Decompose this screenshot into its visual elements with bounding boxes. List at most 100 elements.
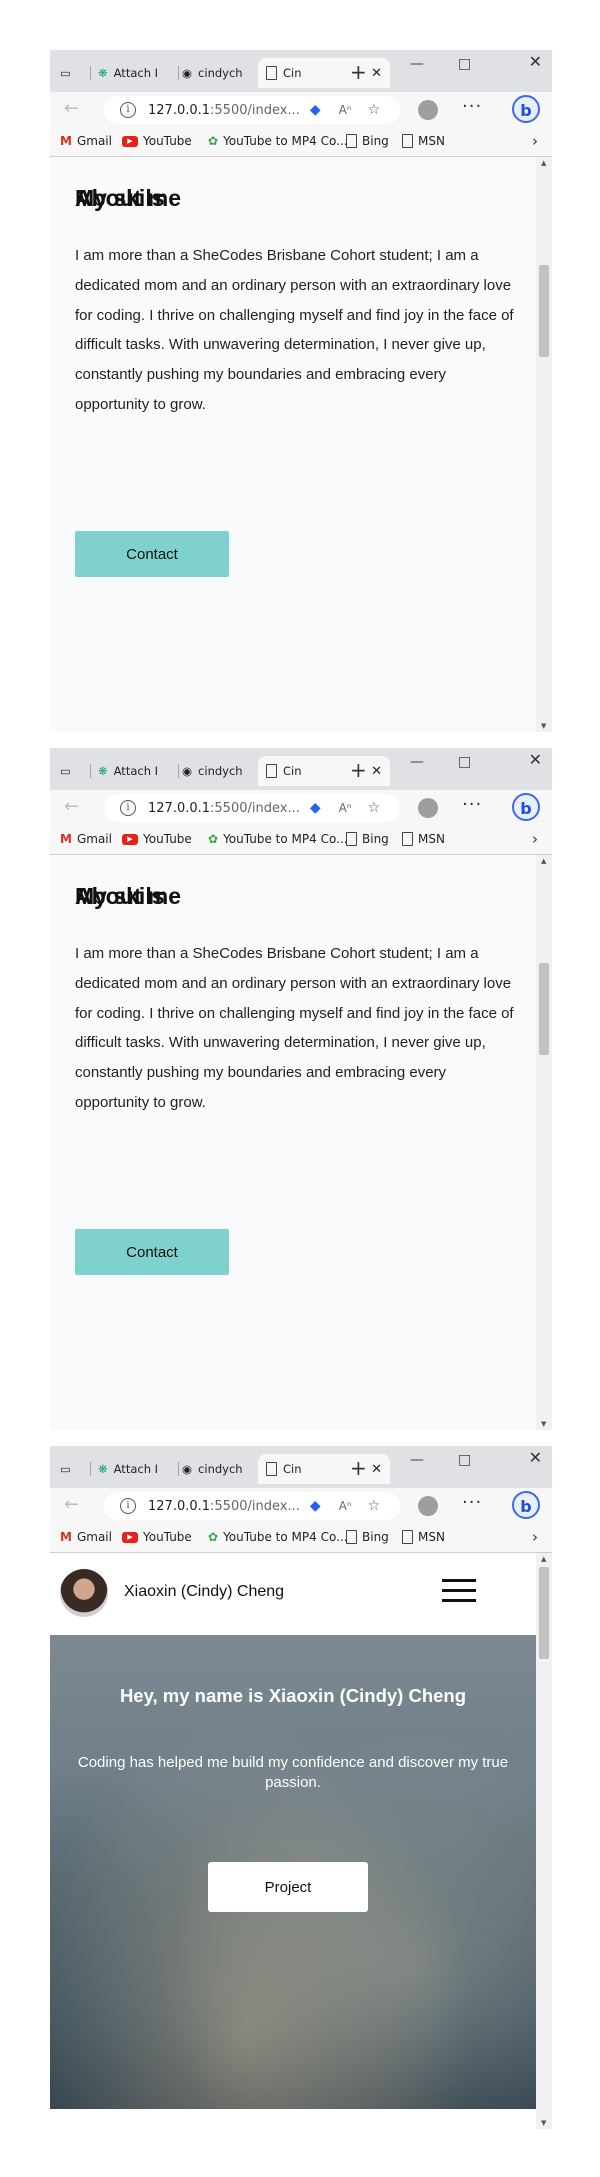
scroll-down-icon[interactable]: ▼ xyxy=(541,722,546,730)
window-close-icon[interactable]: ✕ xyxy=(529,750,542,769)
new-tab-icon[interactable]: + xyxy=(350,758,367,782)
tab-close-icon[interactable]: ✕ xyxy=(371,66,382,81)
chevron-right-icon[interactable]: › xyxy=(532,132,538,150)
url-input[interactable]: i 127.0.0.1:5500/index... ◆ Aⁿ ☆ xyxy=(104,794,400,822)
bing-icon[interactable]: b xyxy=(512,95,540,123)
tab-actions-icon[interactable]: ▭ xyxy=(60,1454,82,1484)
site-info-icon[interactable]: i xyxy=(120,1498,136,1514)
maximize-icon[interactable]: □ xyxy=(458,56,471,72)
url-input[interactable]: i 127.0.0.1:5500/index... ◆ Aⁿ ☆ xyxy=(104,96,400,124)
bookmark-youtube[interactable]: ▶ YouTube xyxy=(122,1530,192,1544)
scrollbar-thumb[interactable] xyxy=(539,265,549,357)
scrollbar-thumb[interactable] xyxy=(539,1567,549,1659)
shopping-tag-icon[interactable]: ◆ xyxy=(310,1498,321,1514)
scroll-up-icon[interactable]: ▲ xyxy=(541,1555,546,1563)
maximize-icon[interactable]: □ xyxy=(458,1452,471,1468)
scrollbar[interactable]: ▲ ▼ xyxy=(536,855,552,1430)
scroll-up-icon[interactable]: ▲ xyxy=(541,159,546,167)
profile-avatar-icon[interactable] xyxy=(418,100,438,120)
more-options-icon[interactable]: ··· xyxy=(462,96,482,117)
favorite-star-icon[interactable]: ☆ xyxy=(368,800,381,816)
tab-active[interactable]: Cin ✕ xyxy=(258,756,390,786)
bookmark-yt-mp4[interactable]: ✿ YouTube to MP4 Co... xyxy=(208,832,348,846)
tab-active[interactable]: Cin ✕ xyxy=(258,58,390,88)
scrollbar-thumb[interactable] xyxy=(539,963,549,1055)
read-aloud-icon[interactable]: Aⁿ xyxy=(339,1499,352,1513)
back-icon[interactable]: ← xyxy=(64,98,79,119)
contact-button[interactable]: Contact xyxy=(75,531,229,577)
bookmark-gmail[interactable]: M Gmail xyxy=(60,1530,112,1544)
favorite-star-icon[interactable]: ☆ xyxy=(368,1498,381,1514)
hero-title: Hey, my name is Xiaoxin (Cindy) Cheng xyxy=(119,1685,467,1706)
page-content: About me I am more than a SheCodes Brisb… xyxy=(50,855,536,1430)
favorite-star-icon[interactable]: ☆ xyxy=(368,102,381,118)
bookmark-bing[interactable]: Bing xyxy=(346,832,389,846)
bookmark-msn[interactable]: MSN xyxy=(402,1530,445,1544)
new-tab-icon[interactable]: + xyxy=(350,1456,367,1480)
bing-icon[interactable]: b xyxy=(512,793,540,821)
tab-close-icon[interactable]: ✕ xyxy=(371,764,382,779)
address-bar: ← i 127.0.0.1:5500/index... ◆ Aⁿ ☆ ··· b xyxy=(50,1488,552,1524)
tab-close-icon[interactable]: ✕ xyxy=(371,1462,382,1477)
project-button[interactable]: Project xyxy=(208,1862,368,1912)
skills-title: My skils xyxy=(75,185,165,211)
bookmark-bing[interactable]: Bing xyxy=(346,134,389,148)
bing-icon[interactable]: b xyxy=(512,1491,540,1519)
url-input[interactable]: i 127.0.0.1:5500/index... ◆ Aⁿ ☆ xyxy=(104,1492,400,1520)
hamburger-menu-icon[interactable] xyxy=(442,1579,476,1603)
browser-window-1: ▭ ❋ Attach I ◉ cindych Cin ✕ + — □ ✕ ← i 12… xyxy=(50,50,552,732)
bookmark-gmail[interactable]: M Gmail xyxy=(60,832,112,846)
tab-github[interactable]: ◉ cindych xyxy=(182,58,260,88)
chevron-right-icon[interactable]: › xyxy=(532,1528,538,1546)
scroll-down-icon[interactable]: ▼ xyxy=(541,1420,546,1428)
profile-avatar-icon[interactable] xyxy=(418,798,438,818)
bookmarks-bar: M Gmail ▶ YouTube ✿ YouTube to MP4 Co... Bi… xyxy=(50,128,552,157)
more-options-icon[interactable]: ··· xyxy=(462,1492,482,1513)
contact-button[interactable]: Contact xyxy=(75,1229,229,1275)
bookmark-msn[interactable]: MSN xyxy=(402,832,445,846)
back-icon[interactable]: ← xyxy=(64,796,79,817)
tab-attach[interactable]: ❋ Attach I xyxy=(98,756,178,786)
page-icon xyxy=(402,134,413,148)
bookmark-youtube[interactable]: ▶ YouTube xyxy=(122,134,192,148)
tab-actions-icon[interactable]: ▭ xyxy=(60,58,82,88)
bookmark-yt-mp4[interactable]: ✿ YouTube to MP4 Co... xyxy=(208,1530,348,1544)
page-icon xyxy=(346,134,357,148)
new-tab-icon[interactable]: + xyxy=(350,60,367,84)
tab-strip: ▭ ❋ Attach I ◉ cindych Cin ✕ + — □ ✕ xyxy=(50,50,552,92)
scrollbar[interactable]: ▲ ▼ xyxy=(536,157,552,732)
shopping-tag-icon[interactable]: ◆ xyxy=(310,102,321,118)
window-close-icon[interactable]: ✕ xyxy=(529,1448,542,1467)
bookmark-yt-mp4[interactable]: ✿ YouTube to MP4 Co... xyxy=(208,134,348,148)
bookmark-bing[interactable]: Bing xyxy=(346,1530,389,1544)
tab-active[interactable]: Cin ✕ xyxy=(258,1454,390,1484)
bookmark-gmail[interactable]: M Gmail xyxy=(60,134,112,148)
page-icon xyxy=(346,832,357,846)
shopping-tag-icon[interactable]: ◆ xyxy=(310,800,321,816)
minimize-icon[interactable]: — xyxy=(410,1452,424,1468)
bookmark-msn[interactable]: MSN xyxy=(402,134,445,148)
tab-attach[interactable]: ❋ Attach I xyxy=(98,1454,178,1484)
bookmark-youtube[interactable]: ▶ YouTube xyxy=(122,832,192,846)
chevron-right-icon[interactable]: › xyxy=(532,830,538,848)
browser-window-2: ▭ ❋ Attach I ◉ cindych Cin ✕ + — □ ✕ ← i 12… xyxy=(50,748,552,1430)
profile-avatar-icon[interactable] xyxy=(418,1496,438,1516)
scroll-down-icon[interactable]: ▼ xyxy=(541,2119,546,2127)
minimize-icon[interactable]: — xyxy=(410,754,424,770)
site-info-icon[interactable]: i xyxy=(120,102,136,118)
maximize-icon[interactable]: □ xyxy=(458,754,471,770)
read-aloud-icon[interactable]: Aⁿ xyxy=(339,801,352,815)
back-icon[interactable]: ← xyxy=(64,1494,79,1515)
tab-actions-icon[interactable]: ▭ xyxy=(60,756,82,786)
address-bar: ← i 127.0.0.1:5500/index... ◆ Aⁿ ☆ ··· b xyxy=(50,92,552,128)
site-info-icon[interactable]: i xyxy=(120,800,136,816)
more-options-icon[interactable]: ··· xyxy=(462,794,482,815)
window-close-icon[interactable]: ✕ xyxy=(529,52,542,71)
read-aloud-icon[interactable]: Aⁿ xyxy=(339,103,352,117)
scrollbar[interactable]: ▲ ▼ xyxy=(536,1553,552,2129)
tab-attach[interactable]: ❋ Attach I xyxy=(98,58,178,88)
tab-github[interactable]: ◉ cindych xyxy=(182,1454,260,1484)
tab-github[interactable]: ◉ cindych xyxy=(182,756,260,786)
scroll-up-icon[interactable]: ▲ xyxy=(541,857,546,865)
minimize-icon[interactable]: — xyxy=(410,56,424,72)
